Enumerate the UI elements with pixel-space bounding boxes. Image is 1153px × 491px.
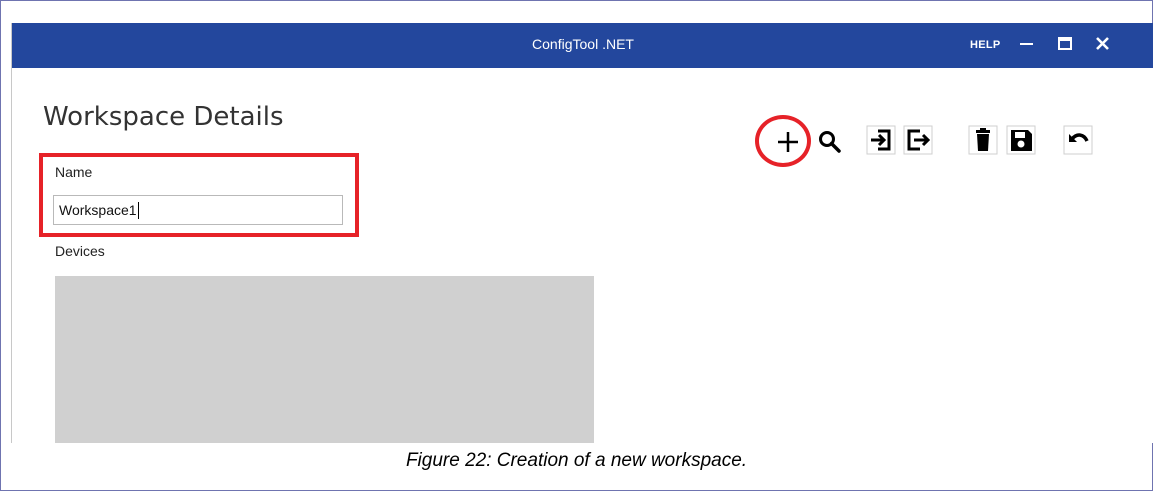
import-icon xyxy=(866,125,896,155)
page-title: Workspace Details xyxy=(43,102,284,132)
export-button[interactable] xyxy=(903,125,933,155)
maximize-button[interactable] xyxy=(1053,31,1077,57)
search-button[interactable] xyxy=(815,127,845,157)
delete-button[interactable] xyxy=(968,125,998,155)
devices-label: Devices xyxy=(55,243,105,259)
export-icon xyxy=(903,125,933,155)
search-icon xyxy=(819,131,841,153)
delete-icon xyxy=(968,125,998,155)
close-icon xyxy=(1096,37,1109,50)
name-input-value: Workspace1 xyxy=(59,202,137,218)
import-button[interactable] xyxy=(866,125,896,155)
maximize-icon xyxy=(1058,37,1072,50)
add-button-highlight-circle xyxy=(755,115,811,167)
name-input[interactable]: Workspace1 xyxy=(53,195,343,225)
help-button[interactable]: HELP xyxy=(970,39,1001,51)
title-bar: ConfigTool .NET HELP xyxy=(12,23,1153,68)
minimize-button[interactable] xyxy=(1015,31,1039,57)
close-button[interactable] xyxy=(1091,31,1115,57)
text-caret xyxy=(137,201,139,219)
undo-button[interactable] xyxy=(1063,125,1093,155)
save-button[interactable] xyxy=(1006,125,1036,155)
devices-list[interactable] xyxy=(55,276,594,443)
minimize-icon xyxy=(1020,43,1033,45)
save-icon xyxy=(1006,125,1036,155)
undo-icon xyxy=(1063,125,1093,155)
figure-caption: Figure 22: Creation of a new workspace. xyxy=(405,450,748,471)
name-label: Name xyxy=(55,164,93,180)
